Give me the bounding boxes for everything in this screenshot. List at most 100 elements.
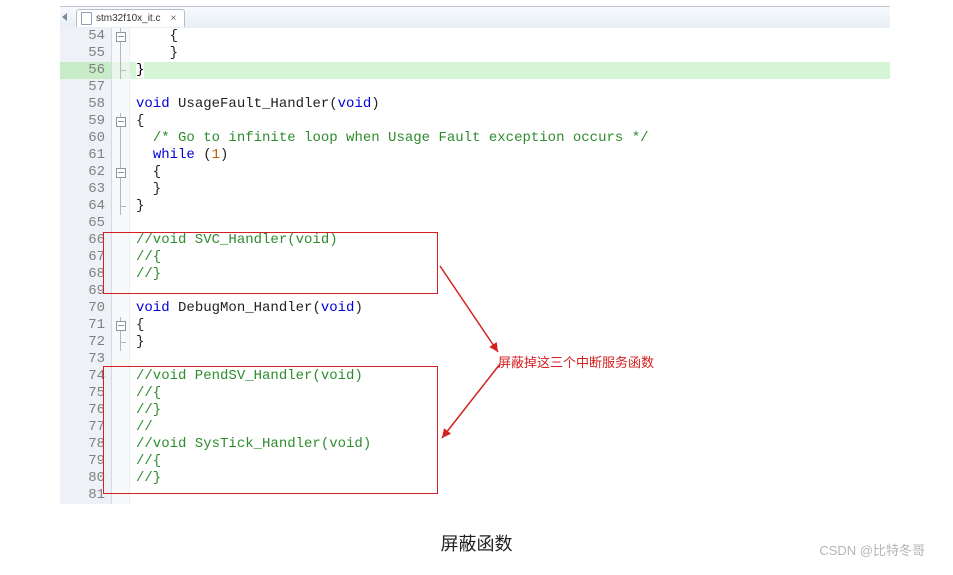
fold-guide	[112, 419, 130, 436]
line-number: 68	[60, 266, 112, 283]
line-number: 65	[60, 215, 112, 232]
fold-guide	[112, 249, 130, 266]
fold-guide	[112, 351, 130, 368]
line-number: 67	[60, 249, 112, 266]
code-text: //void SVC_Handler(void)	[130, 232, 890, 249]
tab-scroll-left-icon[interactable]	[62, 13, 67, 21]
code-text: void DebugMon_Handler(void)	[130, 300, 890, 317]
code-text	[130, 215, 890, 232]
code-line[interactable]: 72}	[60, 334, 890, 351]
fold-guide	[112, 147, 130, 164]
code-line[interactable]: 59{	[60, 113, 890, 130]
code-text: //void SysTick_Handler(void)	[130, 436, 890, 453]
line-number: 78	[60, 436, 112, 453]
code-text: {	[130, 164, 890, 181]
line-number: 63	[60, 181, 112, 198]
code-text: }	[130, 198, 890, 215]
code-line[interactable]: 66 //void SVC_Handler(void)	[60, 232, 890, 249]
code-text: }	[130, 181, 890, 198]
code-line[interactable]: 67 //{	[60, 249, 890, 266]
fold-guide	[112, 266, 130, 283]
fold-guide	[112, 198, 130, 215]
line-number: 80	[60, 470, 112, 487]
file-tab[interactable]: stm32f10x_it.c ×	[76, 9, 185, 27]
fold-guide	[112, 453, 130, 470]
code-line[interactable]: 74//void PendSV_Handler(void)	[60, 368, 890, 385]
code-text: //{	[130, 385, 890, 402]
fold-guide	[112, 283, 130, 300]
code-line[interactable]: 77 //	[60, 419, 890, 436]
tab-strip: stm32f10x_it.c ×	[60, 6, 890, 28]
fold-toggle-icon[interactable]	[112, 164, 130, 181]
code-text: //	[130, 419, 890, 436]
fold-guide	[112, 45, 130, 62]
code-text: }	[130, 334, 890, 351]
line-number: 72	[60, 334, 112, 351]
code-text: //{	[130, 249, 890, 266]
code-text: }	[130, 62, 890, 79]
code-line[interactable]: 79//{	[60, 453, 890, 470]
line-number: 74	[60, 368, 112, 385]
code-line[interactable]: 81	[60, 487, 890, 504]
line-number: 70	[60, 300, 112, 317]
code-line[interactable]: 60 /* Go to infinite loop when Usage Fau…	[60, 130, 890, 147]
code-editor[interactable]: 54 {55 }56}5758void UsageFault_Handler(v…	[60, 28, 890, 504]
fold-toggle-icon[interactable]	[112, 28, 130, 45]
code-line[interactable]: 62 {	[60, 164, 890, 181]
line-number: 62	[60, 164, 112, 181]
fold-guide	[112, 181, 130, 198]
fold-guide	[112, 62, 130, 79]
fold-toggle-icon[interactable]	[112, 113, 130, 130]
code-line[interactable]: 76 //}	[60, 402, 890, 419]
line-number: 69	[60, 283, 112, 300]
line-number: 57	[60, 79, 112, 96]
fold-guide	[112, 79, 130, 96]
code-line[interactable]: 57	[60, 79, 890, 96]
code-line[interactable]: 70 void DebugMon_Handler(void)	[60, 300, 890, 317]
code-text: {	[130, 113, 890, 130]
code-line[interactable]: 78 //void SysTick_Handler(void)	[60, 436, 890, 453]
line-number: 81	[60, 487, 112, 504]
code-line[interactable]: 55 }	[60, 45, 890, 62]
annotation-text: 屏蔽掉这三个中断服务函数	[498, 352, 654, 371]
code-line[interactable]: 80//}	[60, 470, 890, 487]
code-line[interactable]: 61 while (1)	[60, 147, 890, 164]
code-line[interactable]: 68//}	[60, 266, 890, 283]
line-number: 54	[60, 28, 112, 45]
code-text: //}	[130, 402, 890, 419]
code-line[interactable]: 69	[60, 283, 890, 300]
code-line[interactable]: 64}	[60, 198, 890, 215]
line-number: 66	[60, 232, 112, 249]
code-text: /* Go to infinite loop when Usage Fault …	[130, 130, 890, 147]
code-line[interactable]: 54 {	[60, 28, 890, 45]
line-number: 56	[60, 62, 112, 79]
fold-toggle-icon[interactable]	[112, 317, 130, 334]
code-line[interactable]: 75//{	[60, 385, 890, 402]
code-text: //{	[130, 453, 890, 470]
fold-guide	[112, 300, 130, 317]
code-text: {	[130, 28, 890, 45]
code-line[interactable]: 65	[60, 215, 890, 232]
line-number: 64	[60, 198, 112, 215]
fold-guide	[112, 470, 130, 487]
code-text: }	[130, 45, 890, 62]
close-tab-icon[interactable]: ×	[170, 13, 176, 24]
code-line[interactable]: 71{	[60, 317, 890, 334]
fold-guide	[112, 96, 130, 113]
fold-guide	[112, 402, 130, 419]
code-line[interactable]: 58 void UsageFault_Handler(void)	[60, 96, 890, 113]
code-text	[130, 79, 890, 96]
line-number: 58	[60, 96, 112, 113]
code-line[interactable]: 56}	[60, 62, 890, 79]
code-text	[130, 283, 890, 300]
fold-guide	[112, 385, 130, 402]
fold-guide	[112, 130, 130, 147]
line-number: 77	[60, 419, 112, 436]
code-text: void UsageFault_Handler(void)	[130, 96, 890, 113]
fold-guide	[112, 368, 130, 385]
code-line[interactable]: 63 }	[60, 181, 890, 198]
line-number: 76	[60, 402, 112, 419]
code-line[interactable]: 73	[60, 351, 890, 368]
code-text: while (1)	[130, 147, 890, 164]
line-number: 55	[60, 45, 112, 62]
